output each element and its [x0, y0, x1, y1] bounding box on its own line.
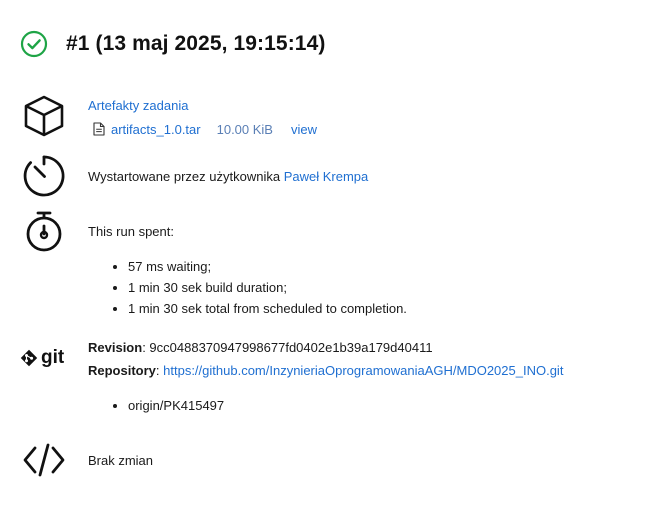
stopwatch-icon: [26, 211, 62, 252]
artifact-file-link[interactable]: artifacts_1.0.tar: [111, 122, 201, 137]
list-item: origin/PK415497: [128, 395, 636, 416]
changes-text: Brak zmian: [88, 453, 154, 468]
artifact-file-size: 10.00 KiB: [216, 121, 273, 137]
list-item: 1 min 30 sek build duration;: [128, 277, 636, 298]
artifacts-link[interactable]: Artefakty zadania: [88, 98, 188, 113]
box-icon: [24, 95, 64, 137]
git-logo-text: git: [41, 347, 65, 368]
repository-link[interactable]: https://github.com/InzynieriaOprogramowa…: [163, 363, 563, 378]
list-item: 57 ms waiting;: [128, 256, 636, 277]
revision-value: 9cc0488370947998677fd0402e1b39a179d40411: [149, 340, 433, 355]
code-icon: [23, 443, 65, 477]
build-title: #1 (13 maj 2025, 19:15:14): [66, 32, 326, 55]
timing-heading: This run spent:: [88, 224, 174, 239]
timing-list: 57 ms waiting; 1 min 30 sek build durati…: [88, 256, 636, 319]
revision-label: Revision: [88, 340, 143, 355]
git-logo-icon: git: [20, 347, 64, 369]
revision-row: Revision: 9cc0488370947998677fd0402e1b39…: [88, 340, 433, 355]
branch-list: origin/PK415497: [88, 395, 636, 416]
started-by-text: Wystartowane przez użytkownika: [88, 169, 281, 184]
artifact-file-row: artifacts_1.0.tar 10.00 KiB view: [88, 117, 636, 141]
check-circle-icon: [20, 30, 48, 58]
git-diamond-icon: [20, 349, 38, 367]
artifact-view-link[interactable]: view: [291, 122, 317, 137]
list-item: 1 min 30 sek total from scheduled to com…: [128, 298, 636, 319]
document-icon: [93, 122, 105, 136]
timer-icon: [23, 155, 65, 197]
started-by-user-link[interactable]: Paweł Krempa: [284, 169, 369, 184]
repository-row: Repository: https://github.com/Inzynieri…: [88, 363, 564, 378]
build-header: #1 (13 maj 2025, 19:15:14): [20, 30, 325, 58]
repository-label: Repository: [88, 363, 156, 378]
